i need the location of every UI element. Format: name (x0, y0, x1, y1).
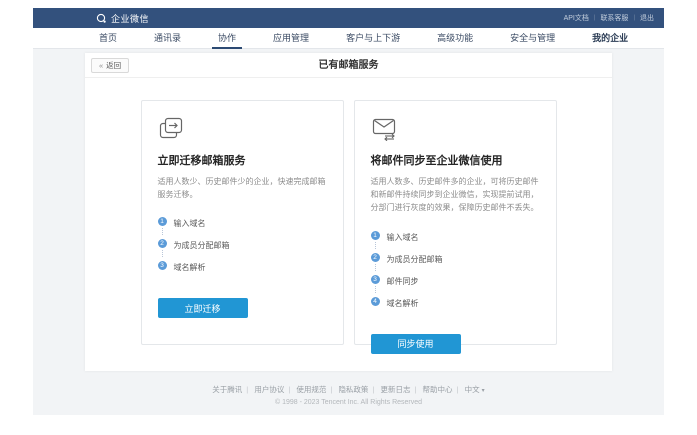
step-label: 域名解析 (387, 299, 419, 308)
page-footer: 关于腾讯 | 用户协议 | 使用规范 | 隐私政策 | 更新日志 | 帮助中心 | 中文 ▾… (33, 384, 664, 406)
step-label: 邮件同步 (387, 277, 419, 286)
step-label: 为成员分配邮箱 (174, 241, 230, 250)
divider: | (457, 385, 459, 394)
step-number-badge: 1 (158, 217, 167, 226)
language-selector[interactable]: 中文 ▾ (465, 385, 485, 394)
divider: | (594, 15, 596, 21)
contact-support-link[interactable]: 联系客服 (600, 13, 628, 23)
user-agreement-link[interactable]: 用户协议 (254, 385, 284, 394)
step-item: 4 域名解析 (371, 296, 540, 318)
card-title: 立即迁移邮箱服务 (158, 152, 327, 168)
migrate-mailbox-card: 立即迁移邮箱服务 适用人数少、历史邮件少的企业，快速完成邮箱服务迁移。 1 输入… (141, 100, 344, 345)
step-label: 输入域名 (174, 219, 206, 228)
tab-advanced-features[interactable]: 高级功能 (437, 28, 473, 49)
wecom-logo[interactable]: 企业微信 (96, 12, 149, 25)
topbar-links: API文档 | 联系客服 | 退出 (564, 13, 654, 23)
step-item: 3 域名解析 (158, 260, 327, 282)
tab-customers[interactable]: 客户与上下游 (346, 28, 400, 49)
divider: | (288, 385, 290, 394)
steps-list: 1 输入域名 2 为成员分配邮箱 3 域名解析 (158, 216, 327, 282)
tab-contacts[interactable]: 通讯录 (154, 28, 181, 49)
privacy-policy-link[interactable]: 隐私政策 (338, 385, 368, 394)
tab-security-management[interactable]: 安全与管理 (510, 28, 555, 49)
step-item: 3 邮件同步 (371, 274, 540, 296)
step-number-badge: 3 (158, 261, 167, 270)
chevron-left-icon: « (99, 61, 103, 70)
sync-mail-card: 将邮件同步至企业微信使用 适用人数多、历史邮件多的企业，可将历史邮件和新邮件持续… (354, 100, 557, 345)
content-area: «返回 已有邮箱服务 立即迁移邮箱服务 适 (33, 49, 664, 435)
step-number-badge: 2 (158, 239, 167, 248)
migrate-mailbox-icon (158, 116, 327, 141)
sync-mail-icon (371, 116, 540, 141)
step-number-badge: 1 (371, 231, 380, 240)
tab-app-management[interactable]: 应用管理 (273, 28, 309, 49)
card-description: 适用人数少、历史邮件少的企业，快速完成邮箱服务迁移。 (158, 175, 327, 201)
caret-down-icon: ▾ (482, 388, 485, 394)
wecom-logo-icon (96, 13, 111, 24)
step-label: 为成员分配邮箱 (387, 255, 443, 264)
step-item: 2 为成员分配邮箱 (371, 252, 540, 274)
top-bar: 企业微信 API文档 | 联系客服 | 退出 (33, 8, 664, 28)
card-title: 将邮件同步至企业微信使用 (371, 152, 540, 168)
about-tencent-link[interactable]: 关于腾讯 (212, 385, 242, 394)
tab-my-company[interactable]: 我的企业 (592, 28, 628, 49)
app-window: 企业微信 API文档 | 联系客服 | 退出 首页 通讯录 协作 应用管理 客户… (33, 8, 664, 415)
option-cards: 立即迁移邮箱服务 适用人数少、历史邮件少的企业，快速完成邮箱服务迁移。 1 输入… (85, 100, 612, 345)
step-label: 输入域名 (387, 233, 419, 242)
step-label: 域名解析 (174, 263, 206, 272)
logout-link[interactable]: 退出 (640, 13, 654, 23)
step-number-badge: 2 (371, 253, 380, 262)
divider: | (372, 385, 374, 394)
divider: | (330, 385, 332, 394)
footer-links: 关于腾讯 | 用户协议 | 使用规范 | 隐私政策 | 更新日志 | 帮助中心 | 中文 ▾ (33, 384, 664, 395)
step-number-badge: 4 (371, 297, 380, 306)
sync-use-button[interactable]: 同步使用 (371, 334, 461, 354)
panel-header: «返回 已有邮箱服务 (85, 53, 612, 78)
step-number-badge: 3 (371, 275, 380, 284)
back-button-label: 返回 (106, 61, 121, 70)
migrate-now-button[interactable]: 立即迁移 (158, 298, 248, 318)
help-center-link[interactable]: 帮助中心 (423, 385, 453, 394)
back-button[interactable]: «返回 (91, 58, 129, 73)
mail-service-panel: «返回 已有邮箱服务 立即迁移邮箱服务 适 (85, 53, 612, 371)
step-item: 2 为成员分配邮箱 (158, 238, 327, 260)
tab-collaboration[interactable]: 协作 (218, 28, 236, 49)
page-title: 已有邮箱服务 (85, 53, 612, 78)
language-label: 中文 (465, 385, 480, 394)
tab-home[interactable]: 首页 (99, 28, 117, 49)
card-description: 适用人数多、历史邮件多的企业，可将历史邮件和新邮件持续同步到企业微信，实现提前试… (371, 175, 540, 215)
logo-text: 企业微信 (111, 12, 149, 25)
copyright-text: © 1998 - 2023 Tencent Inc. All Rights Re… (33, 399, 664, 406)
main-nav: 首页 通讯录 协作 应用管理 客户与上下游 高级功能 安全与管理 我的企业 (33, 28, 664, 49)
divider: | (414, 385, 416, 394)
api-docs-link[interactable]: API文档 (564, 13, 589, 23)
steps-list: 1 输入域名 2 为成员分配邮箱 3 邮件同步 4 (371, 230, 540, 318)
step-item: 1 输入域名 (158, 216, 327, 238)
usage-rules-link[interactable]: 使用规范 (296, 385, 326, 394)
divider: | (633, 15, 635, 21)
step-item: 1 输入域名 (371, 230, 540, 252)
divider: | (246, 385, 248, 394)
changelog-link[interactable]: 更新日志 (380, 385, 410, 394)
